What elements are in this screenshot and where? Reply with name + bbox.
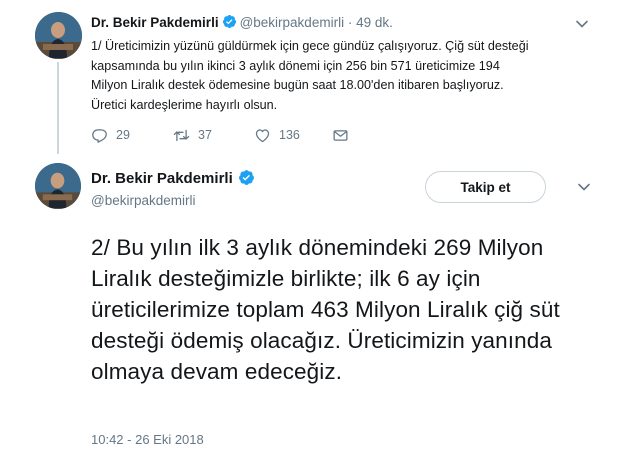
verified-badge-icon <box>222 14 237 29</box>
reply-icon <box>92 128 107 143</box>
retweet-count: 37 <box>198 128 212 142</box>
thread-connector-line <box>57 62 59 154</box>
like-button[interactable]: 136 <box>254 126 300 144</box>
avatar[interactable] <box>35 12 82 59</box>
tweet-timestamp[interactable]: 10:42 - 26 Eki 2018 <box>91 432 204 447</box>
tweet-time[interactable]: 49 dk. <box>356 15 393 30</box>
author-name[interactable]: Dr. Bekir Pakdemirli <box>91 15 219 30</box>
tweet-text: 1/ Üreticimizin yüzünü güldürmek için ge… <box>91 39 529 112</box>
like-count: 136 <box>279 128 300 142</box>
tweet-text: 2/ Bu yılın ilk 3 aylık dönemindeki 269 … <box>91 235 560 384</box>
avatar-photo-icon <box>35 163 81 209</box>
follow-button[interactable]: Takip et <box>425 171 546 203</box>
tweet-actions: 29 37 136 <box>91 126 371 144</box>
chevron-down-icon[interactable] <box>577 180 591 194</box>
author-handle[interactable]: @bekirpakdemirli <box>240 15 345 30</box>
author-name-row: Dr. Bekir Pakdemirli <box>91 169 258 187</box>
direct-message-button[interactable] <box>332 126 357 144</box>
reply-button[interactable]: 29 <box>91 126 130 144</box>
retweet-button[interactable]: 37 <box>173 126 212 144</box>
retweet-icon <box>173 129 190 141</box>
verified-badge-icon <box>238 169 255 186</box>
chevron-down-icon[interactable] <box>575 17 589 31</box>
parent-tweet[interactable]: Dr. Bekir Pakdemirli @bekirpakdemirli · 4… <box>0 0 618 154</box>
avatar[interactable] <box>35 163 81 209</box>
avatar-photo-icon <box>35 12 82 59</box>
reply-count: 29 <box>116 128 130 142</box>
author-handle[interactable]: @bekirpakdemirli <box>91 193 196 208</box>
like-icon <box>255 128 270 142</box>
message-icon <box>333 129 348 141</box>
tweet-header: Dr. Bekir Pakdemirli @bekirpakdemirli · 4… <box>91 14 393 30</box>
author-name[interactable]: Dr. Bekir Pakdemirli <box>91 170 233 187</box>
